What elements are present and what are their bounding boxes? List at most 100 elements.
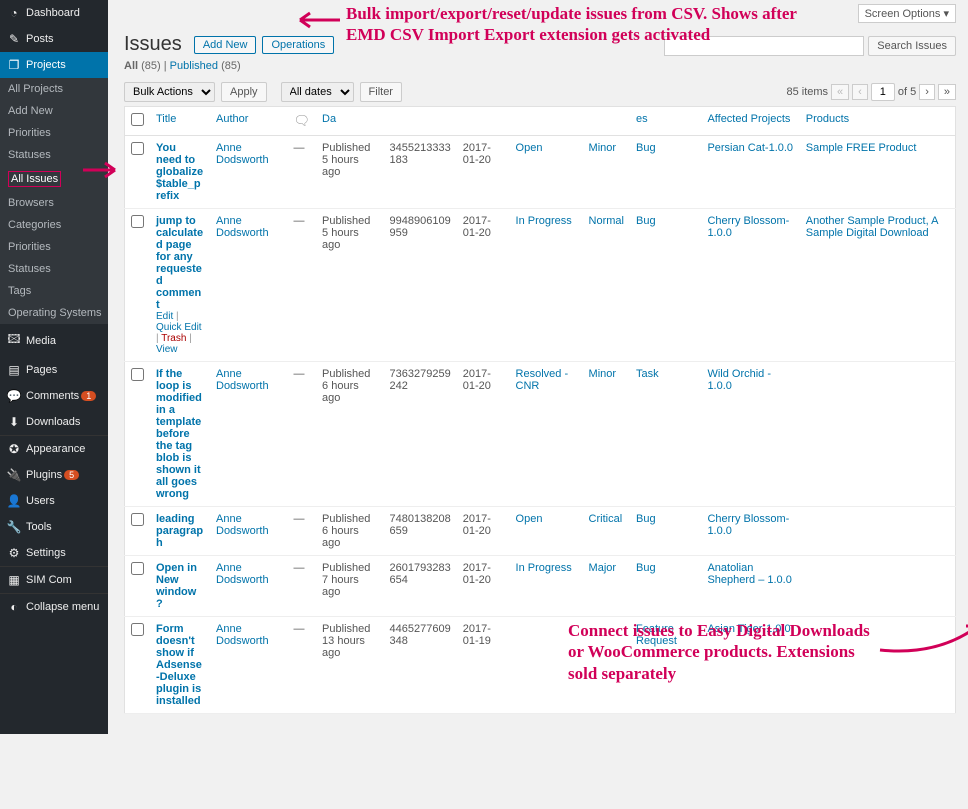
row-action-quick-edit[interactable]: Quick Edit [156,322,202,333]
priority-link[interactable]: Normal [589,215,624,227]
project-link[interactable]: Cherry Blossom-1.0.0 [707,215,789,239]
type-link[interactable]: Bug [636,142,656,154]
author-link[interactable]: Anne Dodsworth [216,215,269,239]
filter-all[interactable]: All [124,60,138,72]
col-comments[interactable]: 🗨 [288,107,317,136]
priority-link[interactable]: Major [589,562,617,574]
filter-button[interactable]: Filter [360,82,402,102]
submenu-priorities[interactable]: Priorities [0,122,108,144]
project-link[interactable]: Persian Cat-1.0.0 [707,142,793,154]
operations-button[interactable]: Operations [262,36,334,54]
bulk-actions-select[interactable]: Bulk Actions [124,82,215,102]
issue-title-link[interactable]: jump to calculated page for any requeste… [156,215,203,311]
col-projects[interactable]: Affected Projects [701,107,799,136]
type-link[interactable]: Feature Request [636,623,677,647]
pager-first[interactable]: « [831,84,849,100]
status-link[interactable]: In Progress [516,562,572,574]
submenu-browsers[interactable]: Browsers [0,192,108,214]
menu-plugins[interactable]: 🔌 Plugins 5 [0,462,108,488]
screen-options-button[interactable]: Screen Options ▾ [858,4,956,23]
submenu-statuses[interactable]: Statuses [0,144,108,166]
row-checkbox[interactable] [131,623,144,636]
project-link[interactable]: Asian Tiger-1.0.0 [707,623,790,635]
submenu-all-projects[interactable]: All Projects [0,78,108,100]
project-link[interactable]: Wild Orchid - 1.0.0 [707,368,771,392]
status-link[interactable]: Open [516,142,543,154]
col-priority[interactable] [583,107,630,136]
type-link[interactable]: Bug [636,513,656,525]
priority-link[interactable]: Minor [589,142,617,154]
menu-dashboard[interactable]: ◔ Dashboard [0,0,108,26]
col-products[interactable]: Products [800,107,956,136]
submenu-categories[interactable]: Categories [0,214,108,236]
author-link[interactable]: Anne Dodsworth [216,142,269,166]
submenu-add-new[interactable]: Add New [0,100,108,122]
apply-button[interactable]: Apply [221,82,267,102]
author-link[interactable]: Anne Dodsworth [216,513,269,537]
menu-posts[interactable]: ✎ Posts [0,26,108,52]
pager-prev[interactable]: ‹ [852,84,868,100]
submenu-all-issues[interactable]: All Issues [0,166,108,192]
menu-media[interactable]: 🖾 Media [0,324,108,357]
issue-title-link[interactable]: You need to globalize $table_prefix [156,142,203,202]
pager-last[interactable]: » [938,84,956,100]
col-status[interactable] [510,107,583,136]
col-type[interactable]: es [630,107,701,136]
menu-projects[interactable]: ❐ Projects [0,52,108,78]
priority-link[interactable]: Critical [589,513,623,525]
author-link[interactable]: Anne Dodsworth [216,562,269,586]
menu-appearance[interactable]: ✪ Appearance [0,435,108,462]
add-new-button[interactable]: Add New [194,36,257,54]
submenu-os[interactable]: Operating Systems [0,302,108,324]
published-cell: Published7 hours ago [316,556,383,617]
issue-title-link[interactable]: Open in New window ? [156,562,197,610]
menu-comments[interactable]: 💬 Comments 1 [0,383,108,409]
filter-published[interactable]: Published [170,60,218,72]
col-author[interactable]: Author [210,107,288,136]
submenu-statuses-2[interactable]: Statuses [0,258,108,280]
col-date[interactable]: Da [316,107,383,136]
row-checkbox[interactable] [131,562,144,575]
submenu-priorities-2[interactable]: Priorities [0,236,108,258]
col-title[interactable]: Title [150,107,210,136]
author-link[interactable]: Anne Dodsworth [216,368,269,392]
type-link[interactable]: Bug [636,215,656,227]
menu-simcom[interactable]: ▦ SIM Com [0,566,108,593]
product-link[interactable]: Sample FREE Product [806,142,917,154]
status-link[interactable]: Resolved - CNR [516,368,569,392]
pager-current[interactable] [871,83,895,101]
row-action-trash[interactable]: Trash [161,333,186,344]
date-filter-select[interactable]: All dates [281,82,354,102]
select-all-checkbox[interactable] [131,113,144,126]
row-action-edit[interactable]: Edit [156,311,173,322]
row-checkbox[interactable] [131,513,144,526]
issue-title-link[interactable]: If the loop is modified in a template be… [156,368,202,500]
search-input[interactable] [664,36,864,56]
row-checkbox[interactable] [131,215,144,228]
menu-tools[interactable]: 🔧 Tools [0,514,108,540]
priority-link[interactable]: Minor [589,368,617,380]
row-action-view[interactable]: View [156,344,178,355]
project-link[interactable]: Anatolian Shepherd – 1.0.0 [707,562,791,586]
issue-title-link[interactable]: Form doesn't show if Adsense-Deluxe plug… [156,623,202,707]
pager-next[interactable]: › [919,84,935,100]
row-checkbox[interactable] [131,142,144,155]
product-link[interactable]: Another Sample Product, A Sample Digital… [806,215,938,239]
issue-title-link[interactable]: leading paragraph [156,513,203,549]
menu-settings[interactable]: ⚙ Settings [0,540,108,566]
menu-pages[interactable]: ▤ Pages [0,357,108,383]
row-checkbox[interactable] [131,368,144,381]
type-link[interactable]: Task [636,368,659,380]
type-link[interactable]: Bug [636,562,656,574]
project-link[interactable]: Cherry Blossom-1.0.0 [707,513,789,537]
status-link[interactable]: In Progress [516,215,572,227]
status-link[interactable]: Open [516,513,543,525]
menu-collapse[interactable]: ◐ Collapse menu [0,593,108,620]
author-link[interactable]: Anne Dodsworth [216,623,269,647]
col-id[interactable] [384,107,457,136]
menu-downloads[interactable]: ⬇ Downloads [0,409,108,435]
search-button[interactable]: Search Issues [868,36,956,56]
submenu-tags[interactable]: Tags [0,280,108,302]
menu-users[interactable]: 👤 Users [0,488,108,514]
col-dd[interactable] [457,107,510,136]
